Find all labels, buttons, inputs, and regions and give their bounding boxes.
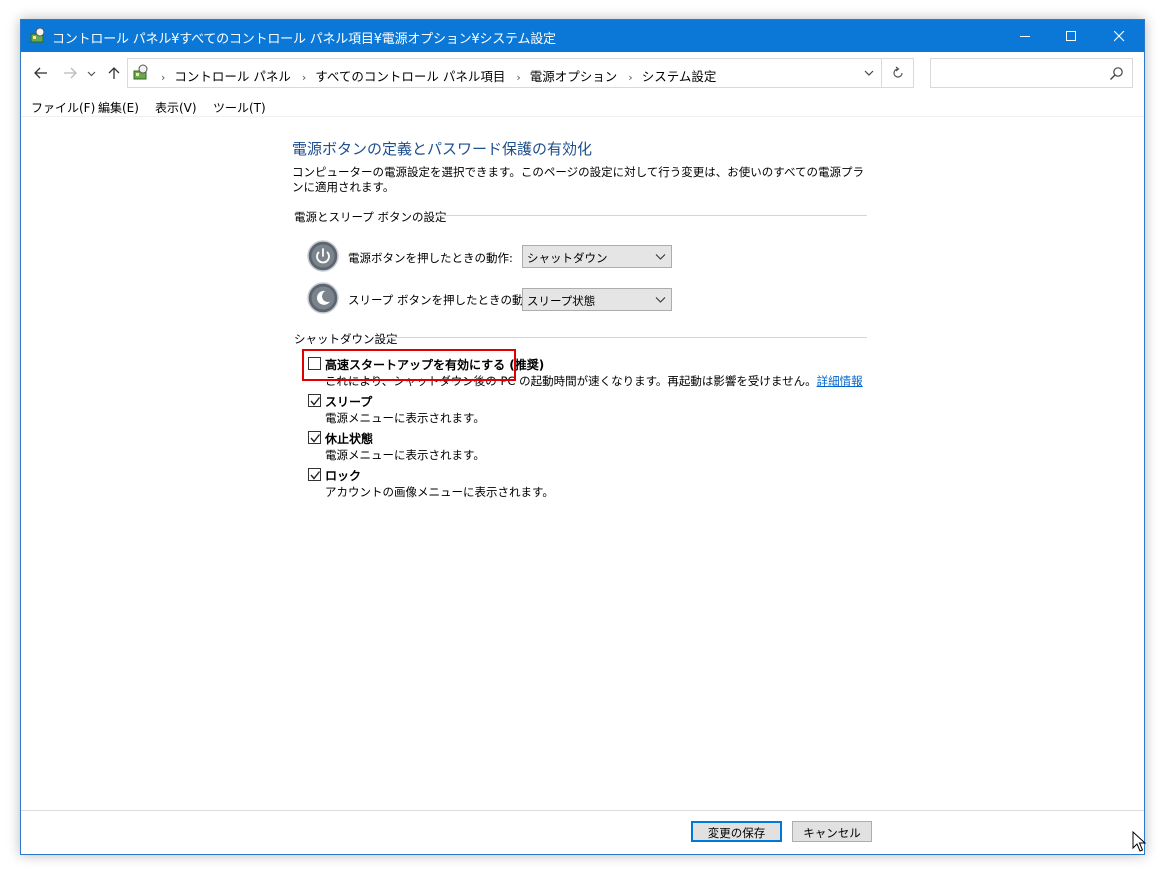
chevron-right-icon[interactable]: › xyxy=(516,71,520,84)
sleep-icon xyxy=(307,282,339,314)
power-button-action-value: シャットダウン xyxy=(527,251,608,265)
search-input[interactable] xyxy=(930,58,1133,88)
arrow-left-icon xyxy=(34,67,47,79)
chevron-down-icon[interactable] xyxy=(861,65,877,81)
cancel-button[interactable]: キャンセル xyxy=(792,821,872,842)
footer: 変更の保存 キャンセル xyxy=(21,810,1144,854)
learn-more-link[interactable]: 詳細情報 xyxy=(817,374,863,388)
mouse-cursor-icon xyxy=(1132,831,1146,852)
menu-bar: ファイル(F) 編集(E) 表示(V) ツール(T) xyxy=(21,96,1144,118)
title-bar: コントロール パネル¥すべてのコントロール パネル項目¥電源オプション¥システム… xyxy=(21,20,1144,52)
chevron-down-icon xyxy=(655,297,666,303)
breadcrumb-item[interactable]: システム設定 xyxy=(642,69,717,84)
chevron-down-icon xyxy=(655,254,666,260)
close-icon xyxy=(1113,30,1124,41)
option-description: 電源メニューに表示されます。 xyxy=(325,411,485,425)
power-button-label: 電源ボタンを押したときの動作: xyxy=(348,251,513,265)
sleep-button-label: スリープ ボタンを押したときの動作: xyxy=(348,293,539,307)
window-title: コントロール パネル¥すべてのコントロール パネル項目¥電源オプション¥システム… xyxy=(52,32,556,47)
sleep-button-action-value: スリープ状態 xyxy=(527,294,596,308)
breadcrumb-item[interactable]: コントロール パネル xyxy=(174,69,290,84)
control-panel-icon xyxy=(133,64,148,80)
menu-view[interactable]: 表示(V) xyxy=(155,99,197,116)
close-button[interactable] xyxy=(1096,20,1142,52)
maximize-button[interactable] xyxy=(1048,20,1094,52)
breadcrumb: › コントロール パネル › すべてのコントロール パネル項目 › 電源オプション ›… xyxy=(154,66,716,85)
hibernate-checkbox[interactable] xyxy=(308,431,321,444)
sleep-button-action-select[interactable]: スリープ状態 xyxy=(522,288,672,311)
lock-checkbox[interactable] xyxy=(308,468,321,481)
power-group-label: 電源とスリープ ボタンの設定 xyxy=(294,210,447,224)
save-changes-button[interactable]: 変更の保存 xyxy=(691,821,782,842)
divider xyxy=(434,215,867,216)
option-description: 電源メニューに表示されます。 xyxy=(325,448,485,462)
breadcrumb-item[interactable]: 電源オプション xyxy=(530,69,618,84)
shutdown-group-label: シャットダウン設定 xyxy=(294,332,398,346)
highlight-box xyxy=(302,349,516,381)
chevron-right-icon[interactable]: › xyxy=(302,71,306,84)
checkmark-icon xyxy=(310,434,321,443)
chevron-right-icon: › xyxy=(161,71,166,84)
chevron-right-icon[interactable]: › xyxy=(628,71,632,84)
page-title: 電源ボタンの定義とパスワード保護の有効化 xyxy=(292,140,593,158)
divider xyxy=(386,337,867,338)
menu-edit[interactable]: 編集(E) xyxy=(98,99,139,116)
chevron-down-icon xyxy=(87,71,95,76)
back-button[interactable] xyxy=(32,64,50,82)
maximize-icon xyxy=(1065,30,1076,41)
page-description: コンピューターの電源設定を選択できます。このページの設定に対して行う変更は、お使… xyxy=(292,165,865,194)
arrow-right-icon xyxy=(64,67,77,79)
address-field[interactable]: › コントロール パネル › すべてのコントロール パネル項目 › 電源オプション ›… xyxy=(127,58,882,88)
menu-tools[interactable]: ツール(T) xyxy=(213,99,266,116)
main-content: 電源ボタンの定義とパスワード保護の有効化 コンピューターの電源設定を選択できます… xyxy=(21,117,1144,810)
sleep-checkbox[interactable] xyxy=(308,394,321,407)
forward-button[interactable] xyxy=(61,64,79,82)
checkmark-icon xyxy=(310,471,321,480)
divider xyxy=(21,810,1144,811)
up-button[interactable] xyxy=(105,64,123,82)
option-description: アカウントの画像メニューに表示されます。 xyxy=(325,485,554,499)
recent-locations-button[interactable] xyxy=(85,64,97,82)
minimize-icon xyxy=(1019,35,1030,37)
search-icon xyxy=(1110,67,1123,80)
refresh-icon xyxy=(892,66,903,78)
menu-file[interactable]: ファイル(F) xyxy=(31,99,95,116)
option-title: 休止状態 xyxy=(325,432,374,446)
breadcrumb-item[interactable]: すべてのコントロール パネル項目 xyxy=(315,69,505,84)
refresh-button[interactable] xyxy=(882,58,914,88)
minimize-button[interactable] xyxy=(1002,20,1048,52)
option-title: ロック xyxy=(325,469,362,483)
address-bar: › コントロール パネル › すべてのコントロール パネル項目 › 電源オプション ›… xyxy=(21,52,1144,94)
checkmark-icon xyxy=(310,397,321,406)
option-title: スリープ xyxy=(325,395,373,409)
arrow-up-icon xyxy=(108,67,120,79)
power-icon xyxy=(307,240,339,272)
power-button-action-select[interactable]: シャットダウン xyxy=(522,245,672,268)
control-panel-window: コントロール パネル¥すべてのコントロール パネル項目¥電源オプション¥システム… xyxy=(20,19,1145,855)
control-panel-icon xyxy=(30,27,45,43)
